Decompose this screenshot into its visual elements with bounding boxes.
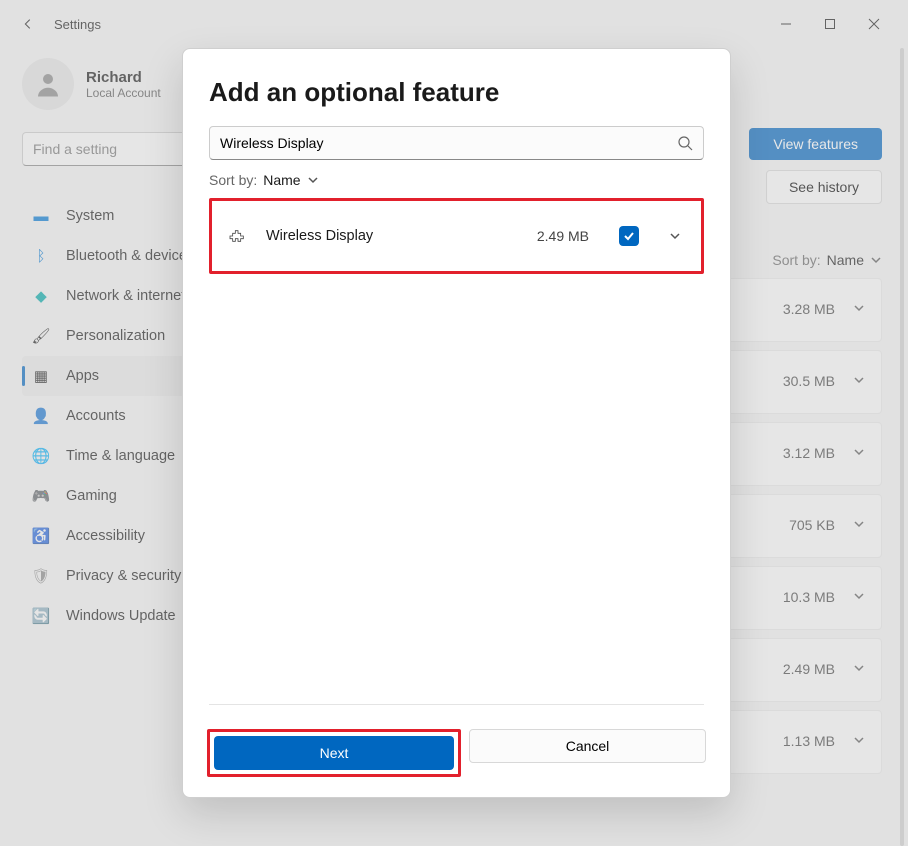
dialog-sort-control[interactable]: Sort by: Name (209, 172, 704, 188)
dialog-search-input[interactable] (220, 135, 677, 151)
cancel-button[interactable]: Cancel (469, 729, 706, 763)
divider (209, 704, 704, 705)
feature-checkbox[interactable] (619, 226, 639, 246)
highlight-box-result: Wireless Display 2.49 MB (209, 198, 704, 274)
chevron-down-icon (307, 174, 319, 186)
add-optional-feature-dialog: Add an optional feature Sort by: Name Wi… (182, 48, 731, 798)
dialog-search[interactable] (209, 126, 704, 160)
sort-by-label: Sort by: (209, 172, 257, 188)
search-icon (677, 135, 693, 151)
sort-by-value: Name (263, 172, 300, 188)
dialog-title: Add an optional feature (209, 77, 704, 108)
chevron-down-icon[interactable] (669, 230, 681, 242)
feature-result-wireless-display[interactable]: Wireless Display 2.49 MB (216, 205, 697, 267)
feature-result-size: 2.49 MB (537, 228, 589, 244)
puzzle-icon (228, 226, 248, 246)
highlight-box-next: Next (207, 729, 461, 777)
next-button[interactable]: Next (214, 736, 454, 770)
dialog-footer: Next Cancel (183, 729, 730, 797)
feature-result-name: Wireless Display (266, 228, 519, 244)
